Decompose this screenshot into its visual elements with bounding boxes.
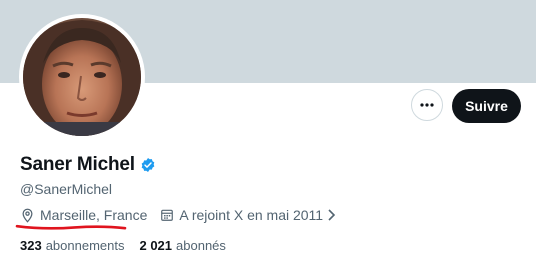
- location-underline-annotation: [15, 224, 127, 230]
- followers-count: 2 021: [139, 238, 173, 253]
- chevron-right-icon: [328, 209, 336, 221]
- following-link[interactable]: 323 abonnements: [20, 238, 124, 253]
- join-date-item[interactable]: A rejoint X en mai 2011: [160, 207, 336, 223]
- profile-handle: @SanerMichel: [20, 181, 113, 197]
- verified-badge-icon[interactable]: [140, 157, 156, 173]
- location-item: Marseille, France: [20, 207, 147, 223]
- location-pin-icon: [22, 208, 33, 223]
- more-horizontal-icon: [420, 103, 434, 107]
- following-count: 323: [20, 238, 42, 253]
- profile-stats: 323 abonnements 2 021 abonnés: [20, 238, 226, 253]
- profile-name-row: Saner Michel: [20, 154, 156, 176]
- calendar-icon: [161, 209, 174, 221]
- more-options-button[interactable]: [411, 89, 443, 121]
- followers-label: abonnés: [176, 238, 226, 253]
- profile-meta: Marseille, France A rejoint X en mai 201…: [20, 207, 336, 223]
- follow-button[interactable]: Suivre: [452, 89, 521, 123]
- following-label: abonnements: [45, 238, 125, 253]
- profile-name: Saner Michel: [20, 154, 135, 175]
- avatar-frame: [19, 14, 145, 140]
- avatar[interactable]: [23, 18, 141, 136]
- join-date-text: A rejoint X en mai 2011: [179, 207, 324, 223]
- location-text: Marseille, France: [40, 207, 148, 223]
- followers-link[interactable]: 2 021 abonnés: [139, 238, 225, 253]
